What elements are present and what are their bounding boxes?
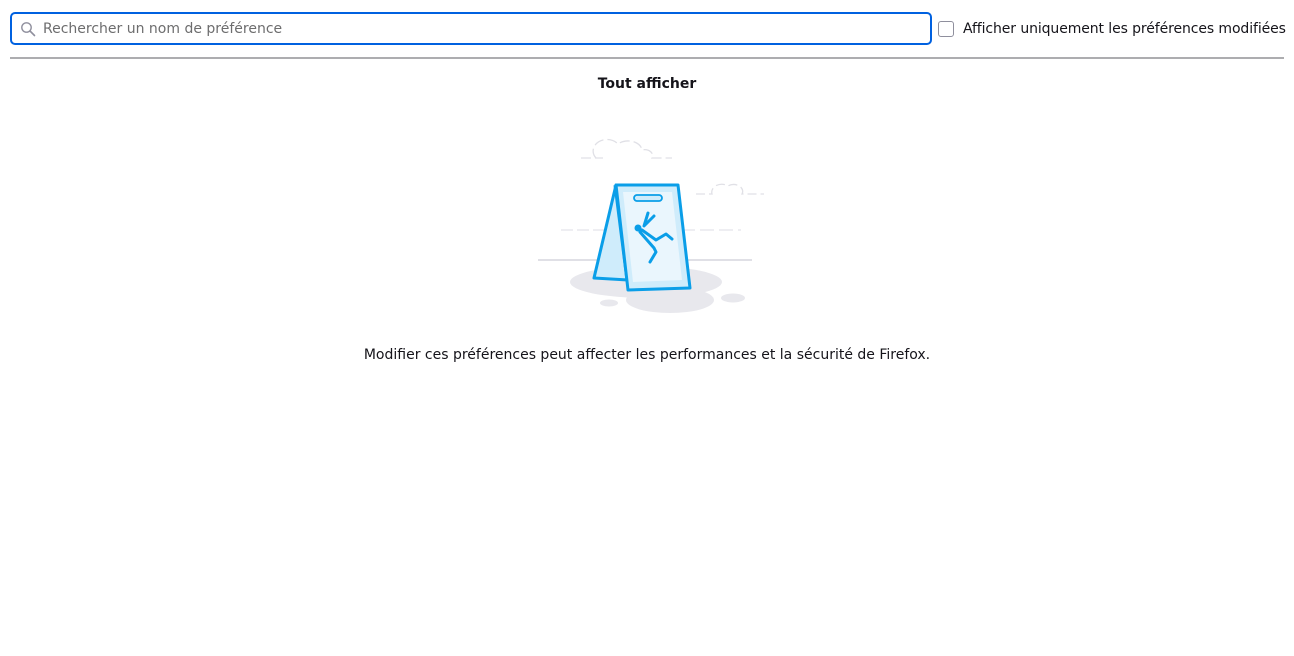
search-input[interactable] [43, 14, 923, 43]
search-icon [21, 22, 36, 37]
show-all-button[interactable]: Tout afficher [0, 76, 1294, 92]
show-modified-label[interactable]: Afficher uniquement les préférences modi… [963, 21, 1286, 37]
show-modified-checkbox[interactable] [938, 20, 954, 37]
show-modified-toggle[interactable]: Afficher uniquement les préférences modi… [938, 12, 1286, 45]
toolbar-divider [10, 57, 1284, 59]
falling-person-warning-sign-icon [538, 138, 764, 313]
search-box[interactable] [10, 12, 932, 45]
warning-message: Modifier ces préférences peut affecter l… [363, 347, 931, 363]
toolbar: Afficher uniquement les préférences modi… [10, 12, 1286, 45]
